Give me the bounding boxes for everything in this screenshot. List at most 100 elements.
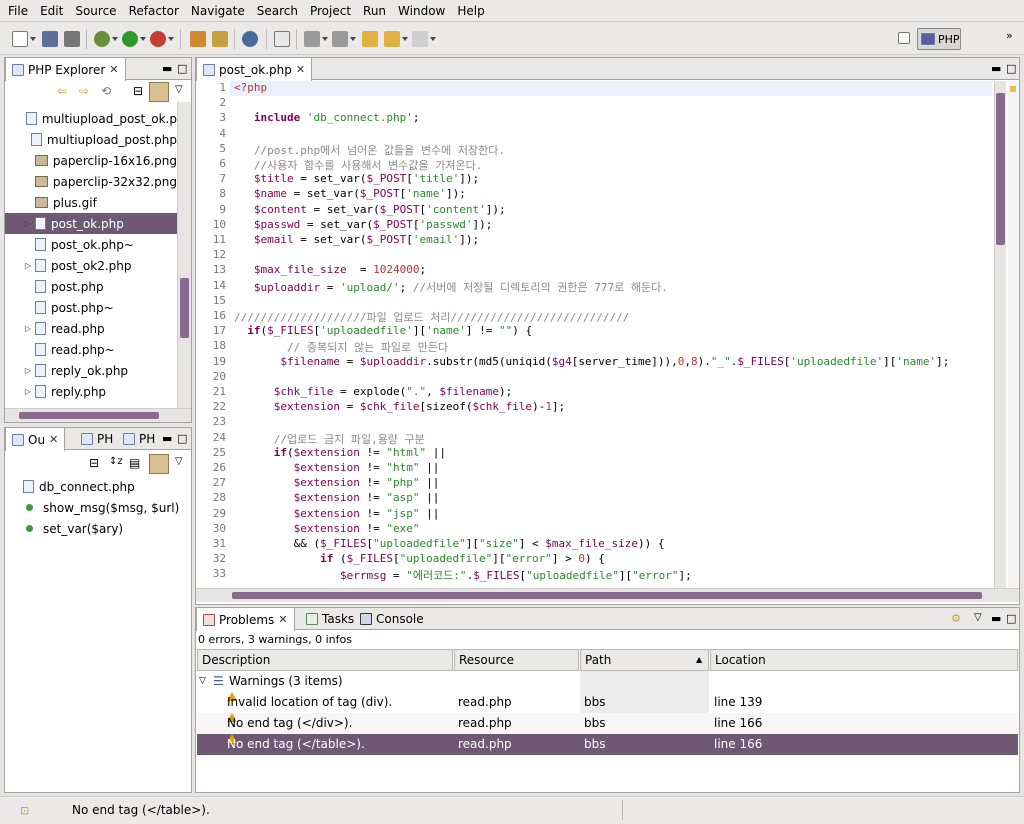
- menu-window[interactable]: Window: [392, 0, 451, 22]
- tab-php-functions[interactable]: PH: [75, 428, 119, 450]
- explorer-item[interactable]: ▷ post_ok.php: [5, 213, 177, 234]
- column-header-resource[interactable]: Resource: [454, 649, 579, 671]
- menu-help[interactable]: Help: [451, 0, 490, 22]
- column-header-location[interactable]: Location: [710, 649, 1018, 671]
- explorer-horizontal-scrollbar[interactable]: [5, 408, 191, 422]
- previous-annotation-icon[interactable]: [332, 31, 348, 47]
- problem-row[interactable]: No end tag (</div>). read.php bbs line 166: [197, 713, 1018, 734]
- problem-row[interactable]: Invalid location of tag (div). read.php bb…: [197, 692, 1018, 713]
- problem-row[interactable]: No end tag (</table>). read.php bbs line 16…: [197, 734, 1018, 755]
- document-icon[interactable]: [274, 31, 290, 47]
- minimize-icon[interactable]: ▬: [162, 432, 172, 445]
- code-line[interactable]: $extension != "exe": [234, 522, 420, 535]
- chevron-down-icon[interactable]: [430, 37, 436, 41]
- forward-icon[interactable]: ⇨: [79, 84, 89, 98]
- chevron-down-icon[interactable]: [322, 37, 328, 41]
- code-line[interactable]: && ($_FILES["uploadedfile"]["size"] < $m…: [234, 537, 665, 550]
- more-perspectives-icon[interactable]: »: [1006, 29, 1013, 42]
- chevron-down-icon[interactable]: [402, 37, 408, 41]
- collapse-all-icon[interactable]: ⊟: [89, 456, 99, 470]
- column-header-description[interactable]: Description: [197, 649, 453, 671]
- tab-problems[interactable]: Problems ✕: [196, 608, 295, 631]
- tab-post-ok-php[interactable]: post_ok.php ✕: [196, 58, 313, 81]
- outline-item[interactable]: set_var($ary): [23, 518, 191, 539]
- code-line[interactable]: $name = set_var($_POST['name']);: [234, 187, 466, 200]
- forward-icon[interactable]: [412, 31, 428, 47]
- tab-php-explorer[interactable]: PHP Explorer ✕: [5, 58, 126, 81]
- expand-arrow-icon[interactable]: ▷: [21, 324, 35, 333]
- tab-console[interactable]: Console: [354, 608, 430, 630]
- run-icon[interactable]: [122, 31, 138, 47]
- code-line[interactable]: if($extension != "html" ||: [234, 446, 446, 459]
- code-line[interactable]: $title = set_var($_POST['title']);: [234, 172, 479, 185]
- tab-tasks[interactable]: Tasks: [300, 608, 360, 630]
- explorer-item[interactable]: read.php~: [5, 339, 177, 360]
- menu-navigate[interactable]: Navigate: [185, 0, 251, 22]
- code-line[interactable]: //post.php에서 넘어온 값들을 변수에 저장한다.: [234, 142, 505, 158]
- globe-icon[interactable]: [242, 31, 258, 47]
- code-line[interactable]: ////////////////////파일 업로드 처리///////////…: [234, 309, 629, 325]
- chevron-down-icon[interactable]: [140, 37, 146, 41]
- chevron-down-icon[interactable]: [168, 37, 174, 41]
- link-with-editor-icon[interactable]: [149, 454, 169, 474]
- code-line[interactable]: $uploaddir = 'upload/'; //서버에 저장될 디렉토리의 …: [234, 279, 668, 295]
- open-task-icon[interactable]: [212, 31, 228, 47]
- new-icon[interactable]: [12, 31, 28, 47]
- menu-file[interactable]: File: [2, 0, 34, 22]
- code-line[interactable]: $chk_file = explode(".", $filename);: [234, 385, 512, 398]
- code-line[interactable]: $errmsg = "에러코드:".$_FILES["uploadedfile"…: [234, 567, 692, 583]
- code-line[interactable]: $passwd = set_var($_POST['passwd']);: [234, 218, 492, 231]
- maximize-icon[interactable]: □: [177, 62, 187, 75]
- menu-run[interactable]: Run: [357, 0, 392, 22]
- maximize-icon[interactable]: □: [177, 432, 187, 445]
- menu-edit[interactable]: Edit: [34, 0, 69, 22]
- code-line[interactable]: //업로드 금지 파일,용량 구분: [234, 431, 425, 447]
- code-line[interactable]: // 중복되지 않는 파일로 만든다: [234, 339, 448, 355]
- code-line[interactable]: //사용자 함수를 사용해서 변수값을 가져온다.: [234, 157, 483, 173]
- explorer-item[interactable]: paperclip-16x16.png: [5, 150, 177, 171]
- column-header-path[interactable]: Path ▲: [580, 649, 709, 671]
- explorer-item[interactable]: ▷ read.php: [5, 318, 177, 339]
- last-edit-icon[interactable]: [362, 31, 378, 47]
- editor-vertical-scrollbar[interactable]: [994, 81, 1006, 588]
- chevron-down-icon[interactable]: [30, 37, 36, 41]
- outline-item[interactable]: db_connect.php: [23, 476, 191, 497]
- editor-horizontal-scrollbar[interactable]: [196, 588, 1019, 602]
- code-line[interactable]: $extension != "asp" ||: [234, 491, 440, 504]
- tab-php-project-outline[interactable]: PH: [117, 428, 161, 450]
- explorer-item[interactable]: multiupload_post.php: [5, 129, 177, 150]
- open-type-icon[interactable]: [190, 31, 206, 47]
- next-annotation-icon[interactable]: [304, 31, 320, 47]
- menu-project[interactable]: Project: [304, 0, 357, 22]
- code-line[interactable]: include 'db_connect.php';: [234, 111, 420, 124]
- view-menu-icon[interactable]: ▽: [974, 612, 982, 623]
- open-perspective-icon[interactable]: [898, 32, 910, 44]
- explorer-item[interactable]: ▷ reply.php: [5, 381, 177, 402]
- expand-arrow-icon[interactable]: ▷: [21, 366, 35, 375]
- close-icon[interactable]: ✕: [49, 433, 58, 446]
- view-menu-icon[interactable]: ▽: [175, 456, 183, 467]
- maximize-icon[interactable]: □: [1006, 62, 1016, 75]
- fast-view-icon[interactable]: ⊡: [20, 804, 29, 817]
- up-icon[interactable]: ⟲: [101, 84, 111, 98]
- back-icon[interactable]: [384, 31, 400, 47]
- filter-icon[interactable]: ⚙: [951, 612, 961, 625]
- expand-arrow-icon[interactable]: ▷: [21, 219, 35, 228]
- warning-marker[interactable]: [1010, 86, 1016, 92]
- tab-outline[interactable]: Ou ✕: [5, 428, 66, 451]
- code-line[interactable]: $filename = $uploaddir.substr(md5(uniqid…: [234, 355, 949, 368]
- collapse-all-icon[interactable]: ⊟: [133, 84, 143, 98]
- explorer-vertical-scrollbar[interactable]: [177, 102, 191, 408]
- debug-icon[interactable]: [94, 31, 110, 47]
- explorer-item[interactable]: paperclip-32x32.png: [5, 171, 177, 192]
- chevron-down-icon[interactable]: [112, 37, 118, 41]
- explorer-item[interactable]: ▷ post_ok2.php: [5, 255, 177, 276]
- explorer-item[interactable]: ▷ reply_ok.php: [5, 360, 177, 381]
- explorer-item[interactable]: post.php: [5, 276, 177, 297]
- minimize-icon[interactable]: ▬: [162, 62, 172, 75]
- menu-source[interactable]: Source: [69, 0, 122, 22]
- close-icon[interactable]: ✕: [109, 63, 118, 76]
- expand-arrow-icon[interactable]: ▷: [21, 261, 35, 270]
- explorer-item[interactable]: multiupload_post_ok.p: [5, 108, 177, 129]
- code-line[interactable]: $content = set_var($_POST['content']);: [234, 203, 506, 216]
